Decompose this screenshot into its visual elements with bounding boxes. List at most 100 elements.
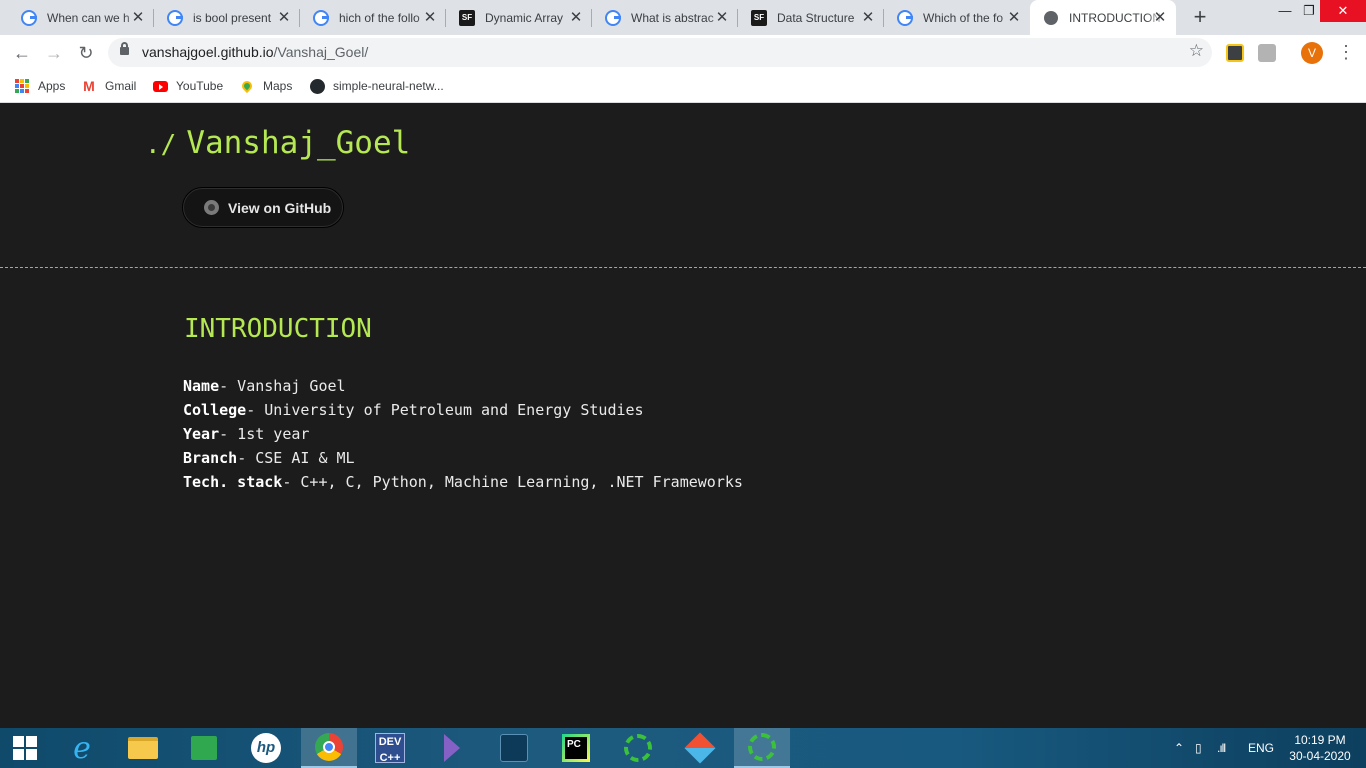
bookmark-apps[interactable]: Apps xyxy=(14,77,65,95)
bookmark-label: Apps xyxy=(38,79,66,93)
close-icon[interactable]: ✕ xyxy=(130,10,146,26)
git-icon[interactable] xyxy=(672,728,728,768)
show-hidden-icons-icon[interactable]: ⌃ xyxy=(1174,728,1184,768)
tab-title: hich of the follo xyxy=(339,10,420,25)
google-icon xyxy=(605,9,621,26)
circle-app-icon[interactable] xyxy=(734,728,790,768)
info-key: Year xyxy=(183,425,220,443)
url-text[interactable]: vanshajgoel.github.io/Vanshaj_Goel/ xyxy=(142,44,368,60)
google-icon xyxy=(167,9,183,26)
store-icon[interactable] xyxy=(176,728,232,768)
tab-title: Which of the fo xyxy=(923,10,1004,25)
tab-5[interactable]: SF Data Structure ✕ xyxy=(738,0,884,35)
extension-pdf-icon[interactable] xyxy=(1258,44,1276,62)
site-title-prefix: ./ xyxy=(145,130,177,160)
internet-explorer-icon[interactable]: e xyxy=(54,728,110,768)
header-divider xyxy=(0,267,1366,268)
reload-icon[interactable]: ↻ xyxy=(72,39,100,67)
menu-dots-icon[interactable]: ⋮ xyxy=(1337,41,1355,65)
close-window-button[interactable]: ✕ xyxy=(1320,0,1366,22)
info-row-college: College- University of Petroleum and Ene… xyxy=(183,398,743,422)
sanfoundry-icon: SF xyxy=(459,9,475,26)
view-on-github-button[interactable]: View on GitHub xyxy=(183,188,343,227)
hp-icon[interactable]: hp xyxy=(238,728,294,768)
bookmark-gmail[interactable]: M Gmail xyxy=(81,77,136,95)
battery-icon[interactable]: ▯ xyxy=(1195,728,1202,768)
info-value: - University of Petroleum and Energy Stu… xyxy=(246,401,644,419)
chrome-icon[interactable] xyxy=(301,728,357,768)
info-key: Branch xyxy=(183,449,238,467)
system-clock[interactable]: 10:19 PM 30-04-2020 xyxy=(1280,732,1360,764)
info-value: - C++, C, Python, Machine Learning, .NET… xyxy=(282,473,743,491)
close-icon[interactable]: ✕ xyxy=(276,10,292,26)
tab-7-active[interactable]: INTRODUCTION ✕ xyxy=(1030,0,1176,35)
section-heading: INTRODUCTION xyxy=(184,314,372,344)
close-icon[interactable]: ✕ xyxy=(860,10,876,26)
apps-grid-icon xyxy=(14,78,30,94)
info-key: Tech. stack xyxy=(183,473,283,491)
bookmark-star-icon[interactable]: ☆ xyxy=(1189,41,1204,61)
globe-icon xyxy=(1043,10,1059,26)
tab-title: INTRODUCTION xyxy=(1069,10,1161,25)
site-title-text: Vanshaj_Goel xyxy=(186,125,411,161)
google-icon xyxy=(897,9,913,26)
address-bar[interactable]: vanshajgoel.github.io/Vanshaj_Goel/ ☆ xyxy=(108,38,1212,67)
close-icon[interactable]: ✕ xyxy=(714,10,730,26)
close-icon[interactable]: ✕ xyxy=(1152,10,1168,26)
profile-avatar[interactable]: V xyxy=(1301,42,1323,64)
info-value: - Vanshaj Goel xyxy=(219,377,346,395)
tab-title: What is abstrac xyxy=(631,10,714,25)
github-icon xyxy=(204,200,219,215)
tab-title: Data Structure xyxy=(777,10,855,25)
github-icon xyxy=(309,78,325,94)
info-value: - CSE AI & ML xyxy=(237,449,355,467)
mysql-workbench-icon[interactable] xyxy=(486,728,542,768)
lock-icon[interactable] xyxy=(120,42,129,55)
file-explorer-icon[interactable] xyxy=(115,728,171,768)
bookmark-maps[interactable]: Maps xyxy=(239,77,292,95)
google-icon xyxy=(313,9,329,26)
pycharm-icon[interactable]: PC xyxy=(548,728,604,768)
back-arrow-icon[interactable]: ← xyxy=(8,39,36,67)
info-row-branch: Branch- CSE AI & ML xyxy=(183,446,743,470)
language-indicator[interactable]: ENG xyxy=(1248,728,1274,768)
sanfoundry-icon: SF xyxy=(751,9,767,26)
forward-arrow-icon[interactable]: → xyxy=(40,39,68,67)
close-icon[interactable]: ✕ xyxy=(568,10,584,26)
visual-studio-icon[interactable] xyxy=(424,728,480,768)
new-tab-button[interactable]: + xyxy=(1188,6,1212,30)
youtube-icon xyxy=(152,78,168,94)
windows-start-icon[interactable] xyxy=(0,728,50,768)
clock-time: 10:19 PM xyxy=(1294,733,1346,747)
site-title[interactable]: ./ Vanshaj_Goel xyxy=(145,125,410,161)
page-content: ./ Vanshaj_Goel View on GitHub INTRODUCTI… xyxy=(0,103,1366,728)
close-icon[interactable]: ✕ xyxy=(1006,10,1022,26)
tab-6[interactable]: Which of the fo ✕ xyxy=(884,0,1030,35)
info-row-tech-stack: Tech. stack- C++, C, Python, Machine Lea… xyxy=(183,470,743,494)
bookmark-label: Maps xyxy=(263,79,293,93)
bookmark-youtube[interactable]: YouTube xyxy=(152,77,223,95)
bookmarks-bar: Apps M Gmail YouTube Maps simple-neural-… xyxy=(0,70,1366,103)
extension-checkmark-icon[interactable] xyxy=(1226,44,1244,62)
info-key: Name xyxy=(183,377,220,395)
circle-app-icon[interactable] xyxy=(610,728,666,768)
maps-pin-icon xyxy=(239,78,255,94)
devcpp-icon[interactable]: DEV C++ xyxy=(362,728,418,768)
wifi-signal-icon[interactable]: .ıll xyxy=(1217,728,1226,768)
info-row-name: Name- Vanshaj Goel xyxy=(183,374,743,398)
bookmark-label: Gmail xyxy=(105,79,137,93)
bookmark-github-repo[interactable]: simple-neural-netw... xyxy=(309,77,444,95)
tab-4[interactable]: What is abstrac ✕ xyxy=(592,0,738,35)
tab-2[interactable]: hich of the follo ✕ xyxy=(300,0,446,35)
info-row-year: Year- 1st year xyxy=(183,422,743,446)
close-icon[interactable]: ✕ xyxy=(422,10,438,26)
info-key: College xyxy=(183,401,247,419)
tab-3[interactable]: SF Dynamic Array ✕ xyxy=(446,0,592,35)
info-value: - 1st year xyxy=(219,425,310,443)
tab-1[interactable]: is bool present ✕ xyxy=(154,0,300,35)
bookmark-label: simple-neural-netw... xyxy=(333,79,444,93)
tab-title: When can we h xyxy=(47,10,130,25)
tab-0[interactable]: When can we h ✕ xyxy=(8,0,154,35)
clock-date: 30-04-2020 xyxy=(1289,749,1351,763)
view-on-github-label: View on GitHub xyxy=(228,199,332,216)
